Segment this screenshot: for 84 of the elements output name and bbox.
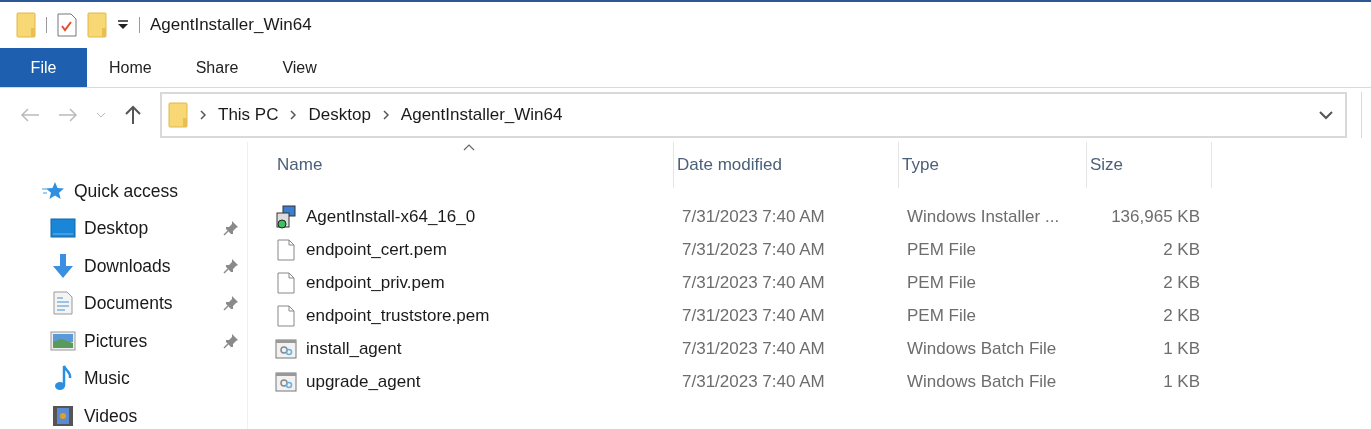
date-cell-text: 7/31/2023 7:40 AM [681,370,826,393]
file-name: AgentInstall-x64_16_0 [306,205,476,228]
ribbon-tab[interactable]: Share [173,48,261,87]
type-cell-text: PEM File [906,238,977,261]
blank-file-icon [277,304,295,327]
sidebar-item[interactable]: Quick access [0,172,247,210]
file-row[interactable]: endpoint_truststore.pem 7/31/2023 7:40 AM PEM File 2 KB [274,299,1212,332]
column-header[interactable]: Name [274,142,674,188]
size-cell-text: 1 KB [1162,337,1201,360]
breadcrumb[interactable]: Desktop [308,102,371,128]
file-row[interactable]: endpoint_priv.pem 7/31/2023 7:40 AM PEM File 2 KB [274,266,1212,299]
installer-icon [275,204,297,229]
file-name: upgrade_agent [306,370,421,393]
date-cell-text: 7/31/2023 7:40 AM [681,205,826,228]
file-row[interactable]: upgrade_agent 7/31/2023 7:40 AM Windows Batch File 1 KB [274,365,1212,398]
file-name: endpoint_truststore.pem [306,304,490,327]
file-name: install_agent [306,337,402,360]
date-cell-text: 7/31/2023 7:40 AM [681,238,826,261]
gear-window-icon [275,338,297,359]
type-cell-text: PEM File [906,271,977,294]
blank-file-icon [277,238,295,261]
star-icon [42,180,64,201]
chevron-right-icon[interactable] [290,110,297,120]
dropdown-caret-icon[interactable] [117,20,129,30]
music-note-icon [54,365,72,392]
ribbon-tab[interactable]: Home [87,48,174,87]
type-cell-text: Windows Batch File [906,370,1058,393]
pin-icon[interactable] [223,257,239,274]
type-cell-text: PEM File [906,304,977,327]
sidebar-item[interactable]: Downloads [0,247,247,285]
sidebar-item[interactable]: Documents [0,284,247,322]
size-cell-text: 2 KB [1162,304,1201,327]
sort-ascending-icon[interactable] [463,144,475,151]
film-icon [52,404,74,427]
desktop-icon [50,218,76,239]
gear-window-icon [275,371,297,392]
chevron-right-icon[interactable] [382,110,389,120]
chevron-down-icon[interactable] [1319,110,1333,120]
breadcrumb[interactable]: This PC [218,102,279,128]
sidebar-item[interactable]: Desktop [0,209,247,247]
sidebar-label: Downloads [84,254,172,278]
size-cell-text: 1 KB [1162,370,1201,393]
size-cell-text: 2 KB [1162,271,1201,294]
file-row[interactable]: install_agent 7/31/2023 7:40 AM Windows Batch File 1 KB [274,332,1212,365]
type-cell-text: Windows Batch File [906,337,1058,360]
sidebar-label: Desktop [84,217,150,241]
chevron-right-icon[interactable] [200,110,206,120]
file-row[interactable]: AgentInstall-x64_16_0 7/31/2023 7:40 AM Windows Installer ... 136,965 KB [274,200,1212,233]
download-arrow-icon [50,252,76,279]
address-bar[interactable]: This PC Desktop AgentInstaller_Win64 [160,92,1347,138]
date-cell-text: 7/31/2023 7:40 AM [681,271,826,294]
file-row[interactable]: endpoint_cert.pem 7/31/2023 7:40 AM PEM File 2 KB [274,233,1212,266]
column-header[interactable]: Size [1087,142,1212,188]
pin-icon[interactable] [223,332,239,349]
sidebar-label: Documents [84,292,174,316]
ribbon-tab[interactable]: File [0,48,87,87]
properties-checkmark-icon[interactable] [57,13,77,37]
file-name: endpoint_priv.pem [306,271,445,294]
sidebar-item[interactable]: Videos [0,397,247,429]
date-cell-text: 7/31/2023 7:40 AM [681,304,826,327]
pin-icon[interactable] [223,220,239,237]
up-arrow-icon[interactable] [124,105,142,125]
sidebar-item[interactable]: Pictures [0,322,247,360]
sidebar-label: Music [84,367,131,391]
picture-icon [50,330,76,351]
column-header[interactable]: Date modified [674,142,899,188]
ribbon-tab[interactable]: View [260,48,339,87]
forward-arrow-icon[interactable] [58,107,78,123]
size-cell-text: 136,965 KB [1110,205,1201,228]
size-cell-text: 2 KB [1162,238,1201,261]
breadcrumb[interactable]: AgentInstaller_Win64 [400,102,563,128]
date-cell-text: 7/31/2023 7:40 AM [681,337,826,360]
sidebar-label: Quick access [74,179,180,203]
document-icon [53,291,73,316]
window-title: AgentInstaller_Win64 [150,14,312,37]
file-name: endpoint_cert.pem [306,238,447,261]
column-header[interactable]: Type [899,142,1087,188]
type-cell-text: Windows Installer ... [906,205,1061,228]
sidebar-item[interactable]: Music [0,359,247,397]
pin-icon[interactable] [223,295,239,312]
sidebar-label: Pictures [84,329,149,353]
sidebar-label: Videos [84,404,139,428]
blank-file-icon [277,271,295,294]
back-arrow-icon[interactable] [20,107,40,123]
